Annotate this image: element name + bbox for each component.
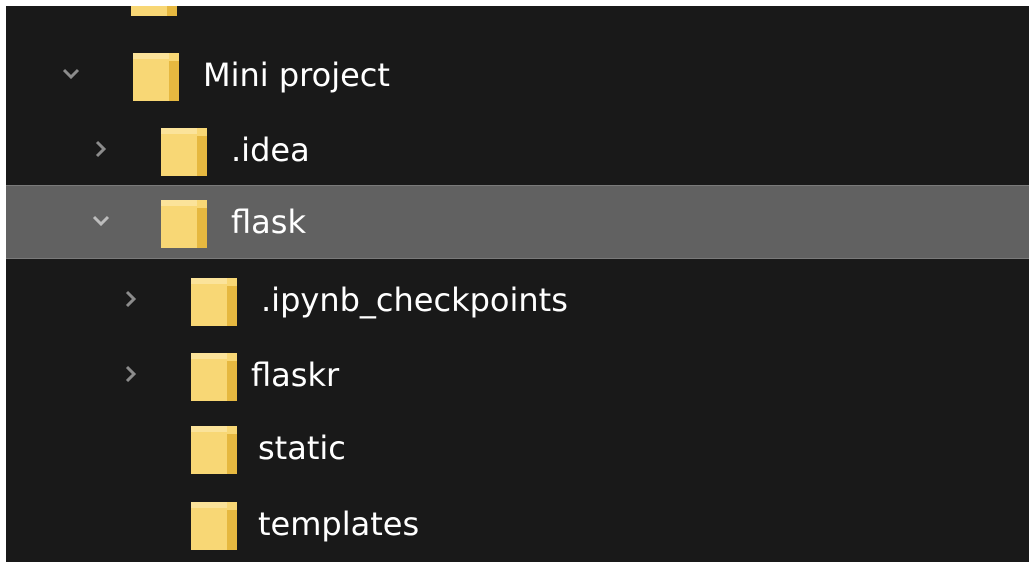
folder-icon [129, 6, 179, 18]
folder-icon [131, 51, 181, 103]
tree-item-label: .idea [231, 131, 310, 169]
folder-icon [189, 424, 239, 476]
tree-item-ipynb-checkpoints[interactable]: .ipynb_checkpoints [6, 264, 1029, 338]
tree-item-label: static [258, 429, 346, 467]
tree-item-label: templates [258, 505, 420, 543]
tree-item-label: flaskr [251, 356, 340, 394]
chevron-right-icon[interactable] [118, 361, 144, 387]
folder-icon [159, 198, 209, 250]
tree-item-templates[interactable]: templates [6, 488, 1029, 562]
folder-icon [189, 351, 239, 403]
tree-item-flaskr[interactable]: flaskr [6, 339, 1029, 413]
tree-item-static[interactable]: static [6, 412, 1029, 486]
chevron-down-icon[interactable] [58, 61, 84, 87]
chevron-right-icon[interactable] [88, 136, 114, 162]
folder-icon [189, 500, 239, 552]
folder-tree-pane: Mini project .idea flask .ipynb_checkpoi… [6, 6, 1029, 562]
tree-item-idea[interactable]: .idea [6, 114, 1029, 188]
tree-item-label: flask [231, 203, 306, 241]
folder-icon [159, 126, 209, 178]
tree-item-label: Mini project [203, 56, 390, 94]
tree-item-flask[interactable]: flask [6, 185, 1029, 259]
folder-icon [189, 276, 239, 328]
tree-item-label: .ipynb_checkpoints [261, 281, 568, 319]
chevron-down-icon[interactable] [88, 208, 114, 234]
tree-item-mini-project[interactable]: Mini project [6, 39, 1029, 113]
chevron-right-icon[interactable] [118, 286, 144, 312]
